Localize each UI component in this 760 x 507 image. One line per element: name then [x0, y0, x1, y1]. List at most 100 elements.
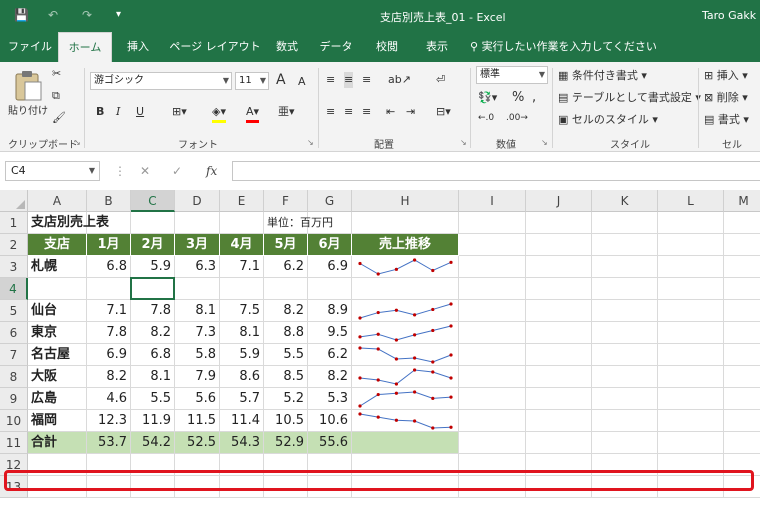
sales-value[interactable]: 6.2 [308, 344, 352, 366]
sales-value[interactable]: 8.6 [220, 366, 264, 388]
wrap-text-icon[interactable]: ⏎ [436, 72, 445, 88]
cell[interactable] [658, 322, 724, 344]
cell[interactable] [459, 476, 526, 498]
cell[interactable] [658, 344, 724, 366]
dialog-launcher-icon[interactable]: ↘ [307, 138, 314, 147]
enter-icon[interactable]: ✓ [172, 163, 182, 179]
formula-input[interactable] [232, 161, 760, 181]
tab-insert[interactable]: 挿入 [118, 32, 158, 62]
cell[interactable] [724, 278, 760, 300]
undo-icon[interactable]: ↶ [48, 7, 58, 23]
number-format-select[interactable]: 標準 ▼ [476, 66, 548, 84]
cell[interactable] [526, 344, 592, 366]
sales-value[interactable]: 5.7 [220, 388, 264, 410]
cell[interactable] [308, 476, 352, 498]
column-header-b[interactable]: B [87, 190, 131, 212]
cell[interactable] [658, 454, 724, 476]
decrease-decimal-icon[interactable]: .00→ [506, 110, 528, 126]
insert-cells-button[interactable]: ⊞ 挿入 ▾ [704, 68, 748, 84]
column-header-h[interactable]: H [352, 190, 459, 212]
cell[interactable] [459, 454, 526, 476]
total-value[interactable]: 54.2 [131, 432, 175, 454]
row-header-11[interactable]: 11 [0, 432, 28, 454]
column-header-a[interactable]: A [28, 190, 87, 212]
cell[interactable] [28, 476, 87, 498]
merge-center-icon[interactable]: ⊟▾ [436, 104, 451, 120]
sales-value[interactable]: 6.8 [131, 344, 175, 366]
sales-value[interactable]: 8.2 [264, 300, 308, 322]
cell[interactable] [87, 476, 131, 498]
total-value[interactable]: 53.7 [87, 432, 131, 454]
sales-value[interactable]: 7.1 [220, 256, 264, 278]
cell[interactable] [459, 322, 526, 344]
cell[interactable] [658, 234, 724, 256]
dialog-launcher-icon[interactable]: ↘ [74, 138, 81, 147]
sales-value[interactable]: 8.1 [175, 300, 220, 322]
sales-value[interactable]: 9.5 [308, 322, 352, 344]
cell[interactable] [526, 388, 592, 410]
cell[interactable] [526, 256, 592, 278]
cell[interactable] [592, 234, 658, 256]
column-header-d[interactable]: D [175, 190, 220, 212]
cell[interactable] [658, 256, 724, 278]
cell[interactable] [724, 388, 760, 410]
row-header-8[interactable]: 8 [0, 366, 28, 388]
tab-file[interactable]: ファイル [6, 32, 54, 62]
sales-value[interactable]: 7.9 [175, 366, 220, 388]
increase-indent-icon[interactable]: ⇥ [406, 104, 415, 120]
cell[interactable] [724, 212, 760, 234]
cell[interactable] [175, 454, 220, 476]
cell[interactable] [131, 454, 175, 476]
worksheet-grid[interactable]: ABCDEFGHIJKLM 1 2 3 4 5 6 7 8 9 10 11 12 13 支店別売上表 単位… [0, 190, 760, 507]
cell[interactable] [352, 476, 459, 498]
branch-name[interactable]: 広島 [28, 388, 87, 410]
cell[interactable] [526, 432, 592, 454]
sales-value[interactable]: 5.5 [131, 388, 175, 410]
cell[interactable] [526, 410, 592, 432]
column-header-c[interactable]: C [131, 190, 175, 212]
cell[interactable] [592, 432, 658, 454]
cell[interactable] [592, 322, 658, 344]
cell[interactable] [724, 366, 760, 388]
cell[interactable] [28, 278, 87, 300]
orientation-icon[interactable]: ab↗ [388, 72, 411, 88]
format-painter-icon[interactable]: 🖌 [52, 110, 66, 126]
column-title[interactable]: 支店 [28, 234, 87, 256]
paste-button[interactable]: 貼り付け [8, 68, 48, 120]
column-header-j[interactable]: J [526, 190, 592, 212]
row-header-2[interactable]: 2 [0, 234, 28, 256]
row-header-5[interactable]: 5 [0, 300, 28, 322]
cancel-icon[interactable]: ✕ [140, 163, 150, 179]
sales-value[interactable]: 8.8 [264, 322, 308, 344]
phonetic-icon[interactable]: 亜▾ [278, 104, 295, 120]
cell[interactable] [459, 278, 526, 300]
borders-icon[interactable]: ⊞▾ [172, 104, 187, 120]
cell[interactable] [526, 234, 592, 256]
cell[interactable] [592, 278, 658, 300]
cell[interactable] [724, 322, 760, 344]
column-title[interactable]: 2月 [131, 234, 175, 256]
cell[interactable] [592, 388, 658, 410]
sales-value[interactable]: 11.5 [175, 410, 220, 432]
decrease-indent-icon[interactable]: ⇤ [386, 104, 395, 120]
cell[interactable] [592, 410, 658, 432]
cell[interactable] [526, 212, 592, 234]
cell[interactable] [264, 454, 308, 476]
cell[interactable] [658, 410, 724, 432]
percent-button[interactable]: % [512, 90, 524, 106]
tab-review[interactable]: 校閲 [366, 32, 408, 62]
cell[interactable] [459, 256, 526, 278]
cell[interactable] [658, 432, 724, 454]
cell[interactable] [526, 366, 592, 388]
sales-value[interactable]: 5.6 [175, 388, 220, 410]
cell[interactable] [724, 476, 760, 498]
column-header-m[interactable]: M [724, 190, 760, 212]
tab-home[interactable]: ホーム [58, 32, 112, 62]
total-value[interactable]: 52.5 [175, 432, 220, 454]
cell[interactable] [724, 410, 760, 432]
format-cells-button[interactable]: ▤ 書式 ▾ [704, 112, 749, 128]
italic-button[interactable]: I [116, 104, 120, 120]
row-header-9[interactable]: 9 [0, 388, 28, 410]
sales-value[interactable]: 7.3 [175, 322, 220, 344]
row-header-10[interactable]: 10 [0, 410, 28, 432]
